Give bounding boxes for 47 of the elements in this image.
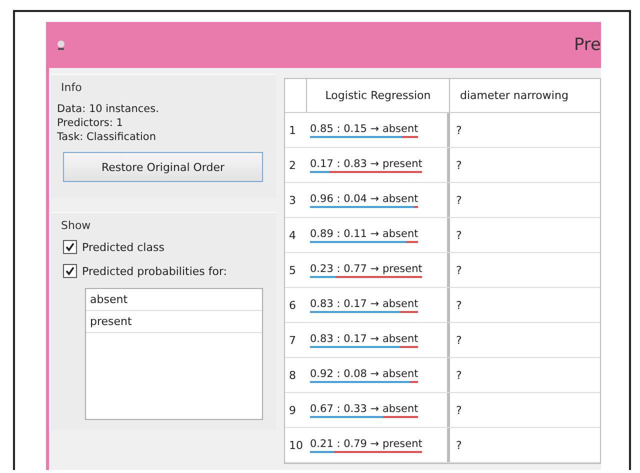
table-cell-text: ? — [455, 124, 463, 136]
row-number: 2 — [288, 158, 297, 172]
row-number: 7 — [288, 334, 297, 346]
row-number: 5 — [288, 264, 297, 276]
checkbox[interactable] — [63, 240, 77, 254]
list-item[interactable]: absent — [86, 289, 262, 311]
table-cell-text: ? — [455, 298, 463, 312]
group-title: Show — [61, 219, 92, 232]
row-number: 3 — [288, 194, 297, 206]
table-cell-text: ? — [455, 404, 463, 416]
app-icon — [57, 39, 65, 51]
list-item[interactable]: present — [86, 311, 262, 333]
restore-order-button[interactable]: Restore Original Order — [63, 152, 263, 182]
table-cell-text: ? — [455, 438, 463, 452]
table-cell-text: ? — [455, 334, 463, 346]
row-number: 1 — [288, 124, 297, 136]
table-cell: 0.85 : 0.15 → absent — [310, 122, 418, 134]
window-title: Pre — [574, 35, 601, 55]
table-cell: 0.23 : 0.77 → present — [310, 262, 422, 274]
table-cell-text: ? — [455, 264, 463, 276]
column-header[interactable]: Logistic Regression — [307, 79, 450, 112]
table-cell: 0.89 : 0.11 → absent — [310, 228, 418, 240]
table-cell: 0.96 : 0.04 → absent — [310, 192, 418, 204]
group-title: Info — [61, 81, 83, 94]
checkbox-label: Predicted probabilities for: — [82, 264, 228, 278]
checkbox[interactable] — [63, 264, 77, 278]
table-cell: 0.67 : 0.33 → absent — [310, 402, 418, 414]
column-header[interactable]: diameter narrowing — [450, 79, 600, 112]
table-cell: 0.17 : 0.83 → present — [310, 158, 422, 170]
checkbox-label: Predicted class — [82, 240, 164, 254]
table-cell-text: ? — [455, 228, 463, 242]
table-cell-text: ? — [455, 368, 463, 382]
class-list[interactable]: absent present — [85, 288, 263, 420]
row-number: 6 — [288, 298, 297, 312]
row-number: 10 — [288, 438, 304, 452]
row-number: 8 — [288, 368, 297, 382]
row-number: 9 — [288, 404, 297, 416]
table-cell-text: ? — [455, 194, 463, 206]
table-cell: 0.21 : 0.79 → present — [310, 438, 422, 450]
info-text: Data: 10 instances. — [57, 102, 160, 116]
info-text: Task: Classification — [57, 130, 158, 144]
table-cell: 0.92 : 0.08 → absent — [310, 368, 418, 380]
info-text: Predictors: 1 — [57, 116, 124, 130]
table-cell-text: ? — [455, 158, 463, 172]
table-cell: 0.83 : 0.17 → absent — [310, 298, 418, 310]
row-number: 4 — [288, 228, 297, 242]
table-cell: 0.83 : 0.17 → absent — [310, 332, 418, 344]
